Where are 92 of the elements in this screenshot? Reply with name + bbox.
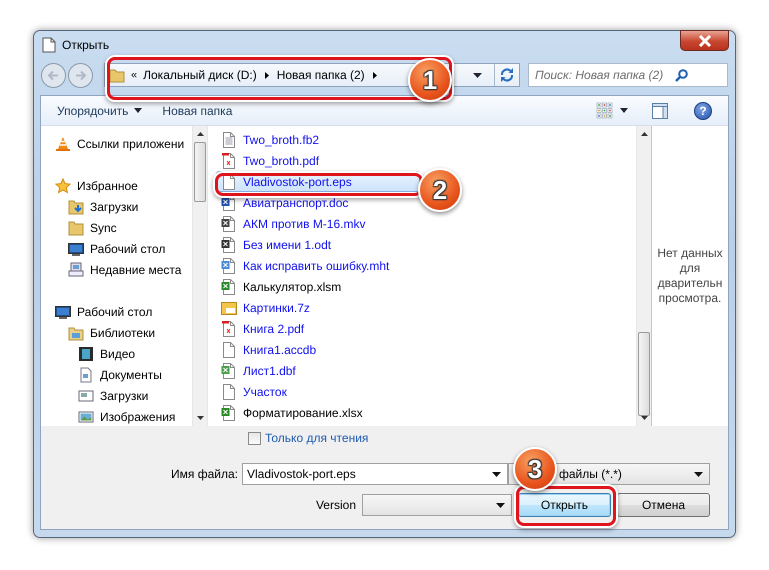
read-only-checkbox[interactable]: Только для чтения: [248, 429, 368, 447]
version-label: Version: [316, 498, 356, 512]
caret-icon: [492, 472, 501, 476]
search-icon: [675, 68, 688, 82]
caret-icon: [134, 108, 142, 113]
file-icon: [221, 236, 237, 252]
nav-item[interactable]: Загрузки: [78, 385, 192, 406]
scrollbar[interactable]: [636, 126, 651, 426]
archive-icon: [221, 300, 237, 316]
nav-item[interactable]: Видео: [78, 343, 192, 364]
new-folder-button[interactable]: Новая папка: [154, 100, 240, 120]
file-type-value: файлы (*.*): [559, 467, 623, 481]
image-icon: [78, 408, 94, 424]
breadcrumb[interactable]: Локальный диск (D:): [143, 68, 257, 82]
nav-item[interactable]: Избранное: [55, 175, 192, 196]
open-button[interactable]: Открыть: [518, 493, 611, 517]
file-icon: [221, 362, 237, 378]
file-item[interactable]: Участок: [216, 381, 420, 402]
file-icon: [221, 278, 237, 294]
file-item[interactable]: Форматирование.xlsx: [216, 402, 420, 423]
forward-button[interactable]: [67, 62, 94, 88]
version-dropdown[interactable]: [362, 494, 512, 516]
nav-item[interactable]: Sync: [68, 217, 192, 238]
scroll-up-icon[interactable]: [197, 132, 204, 136]
back-button[interactable]: [40, 62, 67, 88]
refresh-icon: [500, 68, 514, 82]
nav-item[interactable]: Библиотеки: [68, 322, 192, 343]
scrollbar[interactable]: [192, 126, 207, 426]
desktop-icon: [55, 304, 71, 320]
close-icon: [698, 34, 712, 46]
search-input[interactable]: Поиск: Новая папка (2): [535, 68, 675, 82]
preview-message: Нет данных для дварительн просмотра.: [656, 246, 724, 306]
file-name-label: Имя файла:: [170, 467, 239, 481]
caret-icon[interactable]: [473, 72, 482, 78]
nav-item[interactable]: Рабочий стол: [55, 301, 192, 322]
file-item[interactable]: Лист1.dbf: [216, 360, 420, 381]
checkbox[interactable]: [248, 432, 261, 444]
search-field[interactable]: Поиск: Новая папка (2): [528, 63, 728, 87]
folder-icon: [109, 67, 125, 83]
file-icon: [221, 216, 237, 232]
caret-icon: [620, 108, 628, 113]
file-item[interactable]: Two_broth.fb2: [216, 129, 420, 150]
breadcrumb[interactable]: Новая папка (2): [276, 68, 365, 82]
desktop-icon: [68, 240, 84, 256]
file-icon: [221, 384, 237, 400]
downloads-icon: [68, 198, 84, 214]
scrollbar-thumb[interactable]: [638, 332, 650, 416]
document-icon: [42, 36, 56, 52]
nav-item[interactable]: Документы: [78, 364, 192, 385]
file-name-field[interactable]: Vladivostok-port.eps: [242, 463, 508, 485]
checkbox-label[interactable]: Только для чтения: [265, 431, 368, 445]
organize-button[interactable]: Упорядочить: [49, 100, 150, 120]
chevron-icon: [262, 70, 271, 80]
breadcrumb-overflow[interactable]: «: [131, 69, 138, 81]
file-item[interactable]: Авиатранспорт.doc: [216, 192, 420, 213]
document-icon: [78, 366, 94, 382]
scroll-down-icon[interactable]: [197, 416, 204, 420]
file-item[interactable]: Как исправить ошибку.mht: [216, 255, 420, 276]
file-item[interactable]: Картинки.7z: [216, 297, 420, 318]
scrollbar-thumb[interactable]: [194, 142, 206, 202]
nav-item[interactable]: Ссылки приложени: [55, 133, 192, 154]
file-item[interactable]: Two_broth.pdf: [216, 150, 420, 171]
star-icon: [55, 178, 71, 194]
cone-icon: [55, 136, 71, 152]
file-icon: [221, 342, 237, 358]
file-item[interactable]: Калькулятор.xlsm: [216, 276, 420, 297]
file-icon: [221, 404, 237, 420]
file-item[interactable]: Книга1.accdb: [216, 339, 420, 360]
file-icon: [221, 152, 237, 168]
window-title: Открыть: [62, 38, 110, 52]
scroll-up-icon[interactable]: [641, 132, 648, 136]
library-icon: [68, 324, 84, 340]
grid-view-icon: [596, 102, 614, 120]
folder-icon: [68, 220, 84, 236]
nav-item[interactable]: Загрузки: [68, 196, 192, 217]
chevron-icon: [370, 70, 379, 80]
caret-icon: [694, 472, 703, 476]
file-item[interactable]: Без имени 1.odt: [216, 234, 420, 255]
nav-item[interactable]: Изображения: [78, 406, 192, 426]
file-icon: [221, 320, 237, 336]
file-icon: [221, 258, 237, 274]
cancel-button[interactable]: Отмена: [617, 493, 710, 517]
file-item[interactable]: Книга 2.pdf: [216, 318, 420, 339]
video-icon: [78, 346, 94, 362]
close-button[interactable]: [680, 30, 729, 51]
nav-item[interactable]: Недавние места: [68, 259, 192, 280]
file-item[interactable]: АКМ против М-16.mkv: [216, 213, 420, 234]
caret-icon: [496, 502, 505, 508]
nav-item[interactable]: Рабочий стол: [68, 238, 192, 259]
preview-pane-icon: [652, 102, 668, 118]
window-icon: [78, 388, 94, 404]
file-icon: [221, 132, 237, 148]
